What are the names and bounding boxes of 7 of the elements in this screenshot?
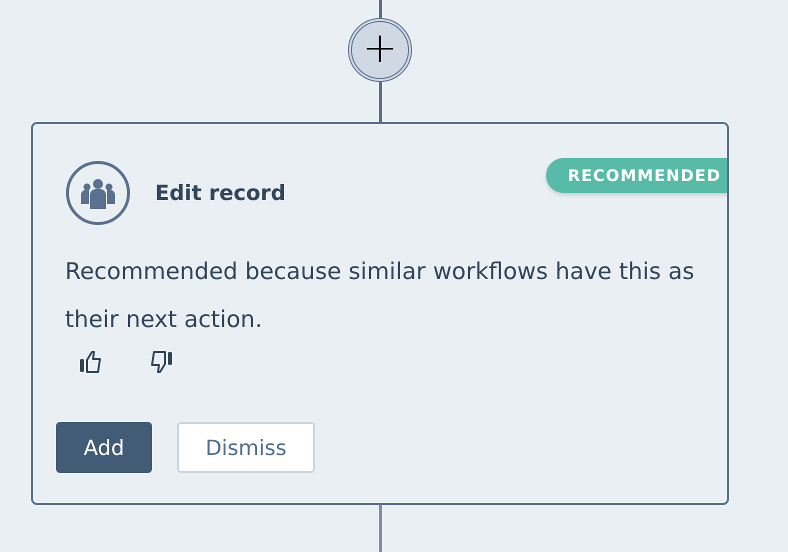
- description-text: Recommended because similar workflows have this as their next action.: [65, 258, 696, 335]
- card-title: Edit record: [155, 181, 286, 205]
- add-step-button[interactable]: +: [348, 18, 412, 82]
- recommended-badge: RECOMMENDED: [546, 158, 727, 193]
- dismiss-button[interactable]: Dismiss: [177, 422, 315, 473]
- people-icon: [65, 160, 131, 226]
- add-button[interactable]: Add: [56, 422, 152, 473]
